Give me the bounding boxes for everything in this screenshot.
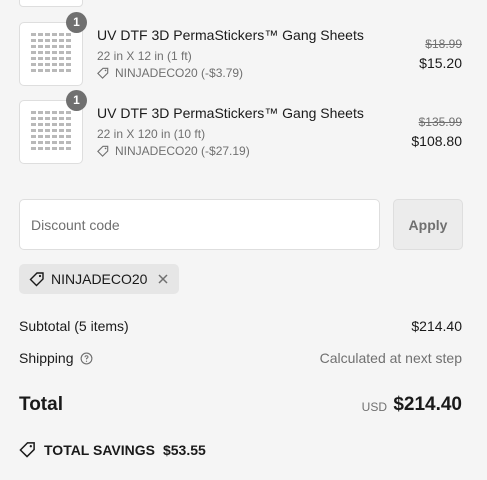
total-value: $214.40 [393,394,462,415]
quantity-badge: 1 [66,12,87,33]
line-item: 1 UV DTF 3D PermaStickers™ Gang Sheets 2… [0,90,487,166]
info-icon[interactable] [80,352,93,365]
item-discount-label: NINJADECO20 (-$27.19) [115,144,250,158]
savings-value: $53.55 [162,441,206,458]
original-price: $18.99 [425,37,462,51]
item-discount: NINJADECO20 (-$27.19) [97,144,250,158]
tag-icon [97,67,109,79]
sticker-sheet-image [31,33,71,72]
savings-tag-icon [19,442,35,458]
item-price: $108.80 [411,133,462,149]
total-savings: TOTAL SAVINGS $53.55 [19,441,206,458]
shipping-label: Shipping [19,350,74,366]
tag-icon [97,145,109,157]
product-title: UV DTF 3D PermaStickers™ Gang Sheets [97,27,364,43]
close-icon[interactable] [156,272,170,286]
total-label: Total [19,394,63,415]
product-title: UV DTF 3D PermaStickers™ Gang Sheets [97,105,364,121]
shipping-row: Shipping [19,350,93,366]
product-thumbnail-clipped [19,0,83,7]
item-discount: NINJADECO20 (-$3.79) [97,66,243,80]
product-variant: 22 in X 120 in (10 ft) [97,127,206,141]
product-variant: 22 in X 12 in (1 ft) [97,49,192,63]
item-discount-label: NINJADECO20 (-$3.79) [115,66,244,80]
currency-code: USD [361,400,387,414]
applied-discount-code: NINJADECO20 [51,271,148,287]
subtotal-value: $214.40 [411,318,462,334]
tag-icon [29,272,44,287]
original-price: $135.99 [418,115,462,129]
shipping-value: Calculated at next step [319,350,462,366]
discount-code-input[interactable] [19,199,380,250]
quantity-badge: 1 [66,90,87,111]
subtotal-label: Subtotal (5 items) [19,318,129,334]
savings-label: TOTAL SAVINGS [44,441,155,458]
sticker-sheet-image [31,111,71,150]
applied-discount-chip: NINJADECO20 [19,264,179,294]
item-price: $15.20 [419,55,462,71]
line-item: 1 UV DTF 3D PermaStickers™ Gang Sheets 2… [0,12,487,88]
apply-button[interactable]: Apply [393,199,463,250]
